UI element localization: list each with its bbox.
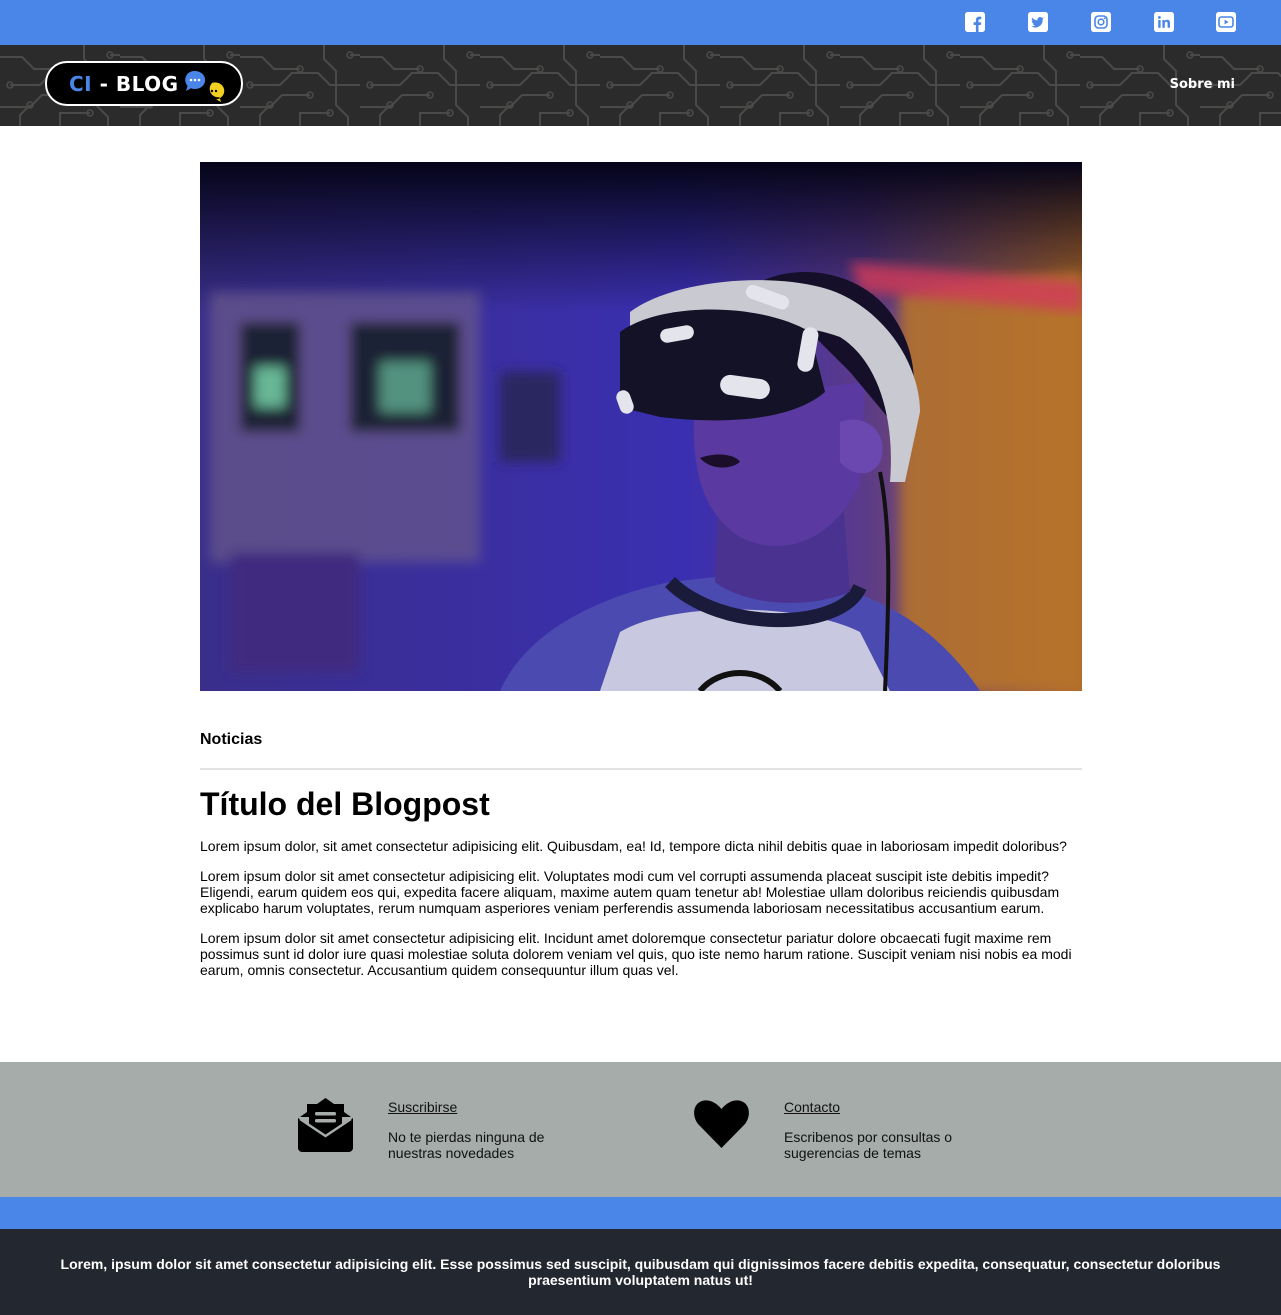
footer-info: Suscribirse No te pierdas ninguna de nue… — [0, 1062, 1281, 1197]
chat-bubbles-icon — [185, 70, 225, 102]
site-header: CI - BLOG Sobre mi — [0, 45, 1281, 126]
site-logo[interactable]: CI - BLOG — [45, 61, 243, 106]
youtube-icon[interactable] — [1216, 12, 1236, 32]
hero-image — [200, 162, 1082, 691]
site-footer: Lorem, ipsum dolor sit amet consectetur … — [0, 1229, 1281, 1315]
contact-text: Escribenos por consultas o sugerencias d… — [784, 1129, 953, 1161]
social-bar — [0, 0, 1281, 45]
post-paragraph: Lorem ipsum dolor sit amet consectetur a… — [200, 868, 1060, 916]
post-body: Lorem ipsum dolor, sit amet consectetur … — [200, 838, 1082, 992]
vr-headset-photo — [200, 162, 1082, 691]
logo-text: CI - BLOG — [69, 72, 179, 96]
heart-icon — [694, 1100, 749, 1148]
linkedin-icon[interactable] — [1154, 12, 1174, 32]
subscribe-link[interactable]: Suscribirse — [388, 1099, 457, 1115]
nav-link-about[interactable]: Sobre mi — [1170, 77, 1235, 92]
contact-link[interactable]: Contacto — [784, 1099, 840, 1115]
footer-accent-band — [0, 1197, 1281, 1229]
facebook-icon[interactable] — [965, 12, 985, 32]
envelope-open-icon — [298, 1098, 353, 1152]
footer-text: Lorem, ipsum dolor sit amet consectetur … — [60, 1256, 1221, 1288]
post-paragraph: Lorem ipsum dolor sit amet consectetur a… — [200, 930, 1072, 978]
post-category: Noticias — [200, 731, 263, 748]
subscribe-text: No te pierdas ninguna de nuestras noveda… — [388, 1129, 545, 1161]
twitter-icon[interactable] — [1028, 12, 1048, 32]
divider — [200, 768, 1082, 770]
post-title: Título del Blogpost — [200, 786, 490, 822]
post-paragraph: Lorem ipsum dolor, sit amet consectetur … — [200, 838, 1067, 854]
instagram-icon[interactable] — [1091, 12, 1111, 32]
